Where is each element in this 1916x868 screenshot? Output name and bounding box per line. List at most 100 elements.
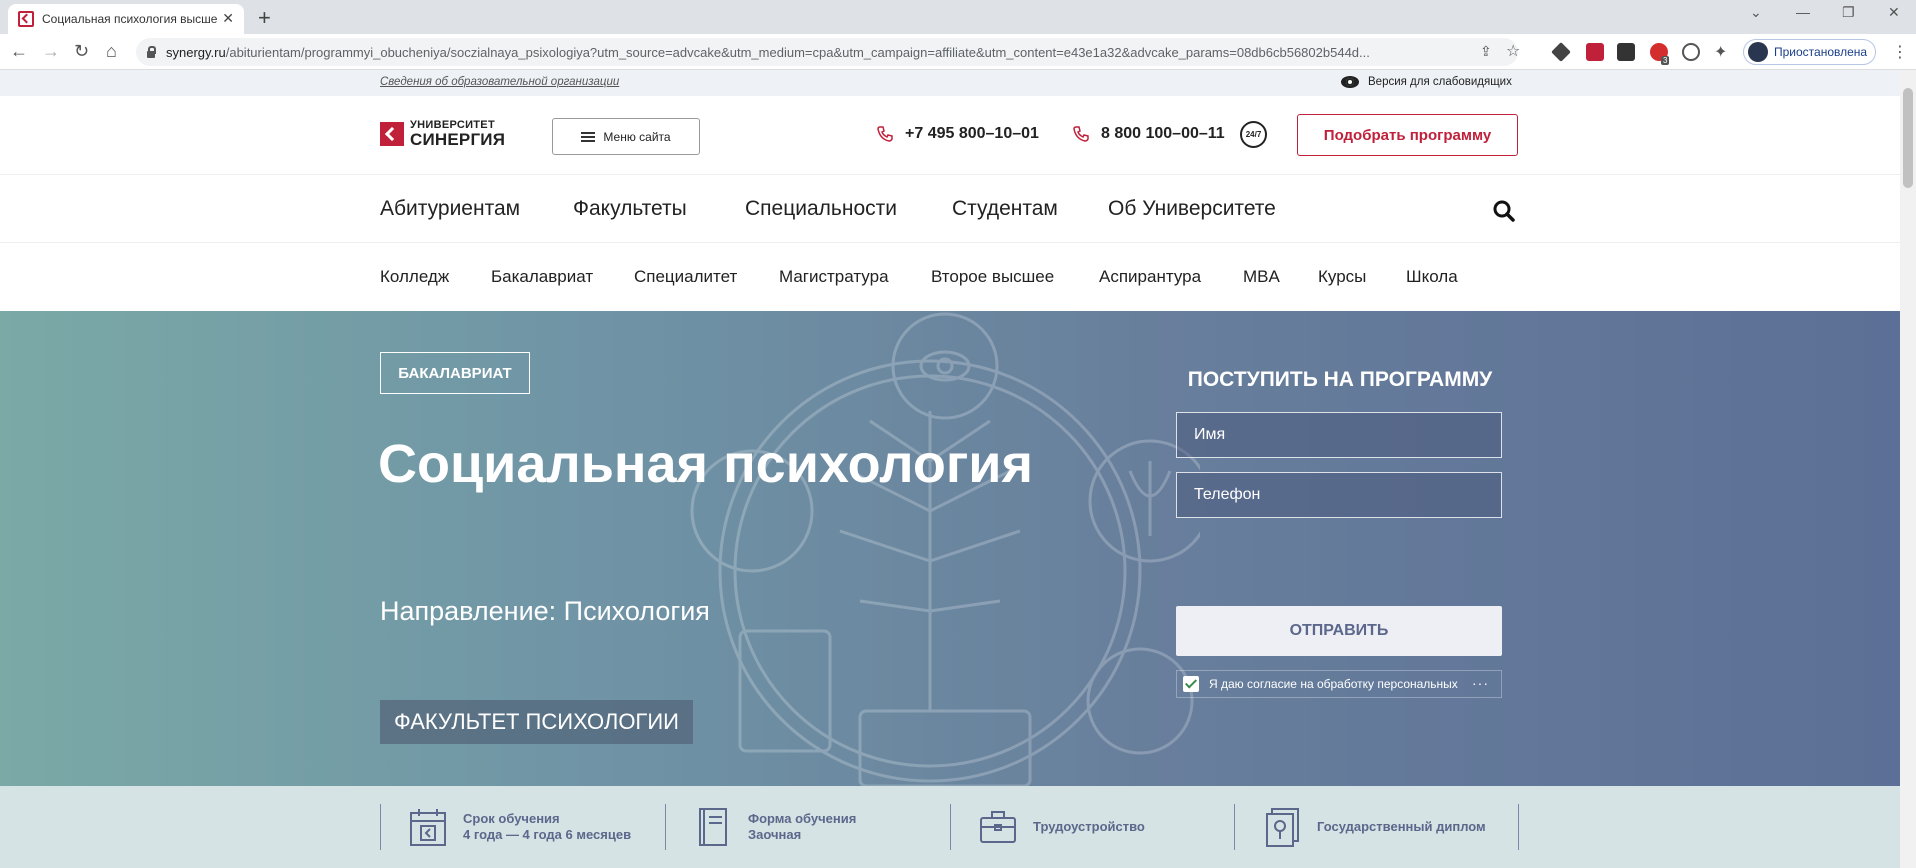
site-menu-label: Меню сайта	[603, 129, 671, 144]
org-info-link[interactable]: Сведения об образовательной организации	[380, 76, 619, 88]
scrollbar-thumb[interactable]	[1903, 88, 1913, 188]
new-tab-icon[interactable]: +	[258, 5, 271, 31]
hamburger-icon	[581, 131, 596, 142]
psychology-illustration-icon	[690, 312, 1200, 786]
choose-program-button[interactable]: Подобрать программу	[1297, 114, 1518, 156]
info-bar: Сведения об образовательной организации …	[0, 70, 1900, 96]
home-icon[interactable]: ⌂	[106, 41, 117, 62]
level-school[interactable]: Школа	[1406, 267, 1458, 287]
program-title: Социальная психология	[378, 434, 1034, 494]
level-specialist[interactable]: Специалитет	[634, 267, 737, 287]
web-page: Сведения об образовательной организации …	[0, 70, 1900, 868]
apply-form-title: ПОСТУПИТЬ НА ПРОГРАММУ	[1187, 368, 1493, 391]
feature-diploma: Государственный диплом	[1234, 804, 1486, 850]
pdf-extension-icon[interactable]	[1586, 43, 1604, 61]
forward-icon[interactable]: →	[42, 41, 60, 62]
feature-employment: Трудоустройство	[950, 804, 1145, 850]
phone-free: 8 800 100–00–11	[1101, 125, 1225, 142]
search-icon[interactable]	[1493, 200, 1515, 222]
phone-field[interactable]: Телефон	[1176, 472, 1502, 518]
feature-study-form: Форма обучения Заочная	[665, 804, 856, 850]
extension-icon[interactable]	[1617, 43, 1635, 61]
minimize-window-icon[interactable]: —	[1796, 4, 1810, 20]
bookmark-star-icon[interactable]: ☆	[1506, 41, 1520, 61]
phone-moscow: +7 495 800–10–01	[905, 125, 1039, 142]
program-direction: Направление: Психология	[380, 596, 710, 626]
feature-duration-value: 4 года — 4 года 6 месяцев	[463, 827, 632, 842]
briefcase-icon	[980, 811, 1016, 843]
nav-faculties[interactable]: Факультеты	[573, 197, 687, 221]
url-text[interactable]: synergy.ru/abiturientam/programmyi_obuch…	[166, 45, 1466, 60]
low-vision-label: Версия для слабовидящих	[1368, 76, 1512, 88]
restore-window-icon[interactable]: ❐	[1842, 4, 1855, 21]
level-bachelor[interactable]: Бакалавриат	[491, 267, 593, 287]
eyedropper-extension-icon[interactable]	[1551, 42, 1571, 62]
feature-duration: Срок обучения 4 года — 4 года 6 месяцев	[380, 804, 631, 850]
logo-mark-icon	[380, 122, 404, 146]
synergy-favicon-icon	[18, 11, 34, 27]
extension-badge: 3	[1661, 56, 1670, 65]
level-master[interactable]: Магистратура	[779, 267, 889, 287]
program-level-badge: БАКАЛАВРИАТ	[380, 352, 530, 394]
nav-about-university[interactable]: Об Университете	[1108, 197, 1276, 221]
main-nav: Абитуриентам Факультеты Специальности Ст…	[0, 175, 1900, 243]
book-icon	[699, 808, 727, 846]
browser-tab[interactable]: Социальная психология высше ✕	[8, 4, 244, 34]
level-courses[interactable]: Курсы	[1318, 267, 1366, 287]
eye-icon	[1341, 76, 1359, 88]
level-college[interactable]: Колледж	[380, 267, 449, 287]
feature-study-form-value: Заочная	[748, 827, 802, 842]
name-field[interactable]: Имя	[1176, 412, 1502, 458]
hero-banner: БАКАЛАВРИАТ Социальная психология Направ…	[0, 311, 1900, 786]
consent-text: Я даю согласие на обработку персональных	[1209, 677, 1458, 691]
browser-menu-icon[interactable]: ⋮	[1892, 42, 1908, 62]
page-scrollbar[interactable]	[1900, 70, 1916, 868]
site-header: УНИВЕРСИТЕТ СИНЕРГИЯ Меню сайта +7 495 8…	[0, 96, 1900, 175]
nav-applicants[interactable]: Абитуриентам	[380, 197, 520, 221]
close-window-icon[interactable]: ✕	[1888, 4, 1900, 21]
logo-line2: СИНЕРГИЯ	[410, 130, 506, 149]
consent-more-icon[interactable]: ···	[1472, 675, 1489, 691]
submit-button[interactable]: ОТПРАВИТЬ	[1176, 606, 1502, 656]
faculty-label[interactable]: ФАКУЛЬТЕТ ПСИХОЛОГИИ	[380, 700, 693, 744]
feature-duration-title: Срок обучения	[463, 811, 560, 826]
feature-divider	[1518, 804, 1519, 850]
phone-free-link[interactable]: 8 800 100–00–11	[1073, 125, 1225, 143]
profile-button[interactable]: Приостановлена	[1743, 39, 1876, 65]
share-icon[interactable]: ⇪	[1480, 43, 1492, 60]
address-bar[interactable]: synergy.ru/abiturientam/programmyi_obuch…	[136, 38, 1520, 66]
browser-tab-bar: Социальная психология высше ✕ + ⌄ — ❐ ✕	[0, 0, 1916, 34]
phone-icon	[1073, 126, 1089, 142]
nav-students[interactable]: Студентам	[952, 197, 1058, 221]
profile-label: Приостановлена	[1774, 45, 1868, 59]
tab-search-chevron-icon[interactable]: ⌄	[1750, 4, 1762, 21]
level-nav: Колледж Бакалавриат Специалитет Магистра…	[0, 243, 1900, 311]
level-mba[interactable]: MBA	[1243, 267, 1280, 287]
feature-study-form-title: Форма обучения	[748, 811, 857, 826]
extensions-puzzle-icon[interactable]: ✦	[1714, 42, 1727, 62]
nav-specialties[interactable]: Специальности	[745, 197, 897, 221]
lock-icon[interactable]	[146, 46, 156, 58]
close-tab-icon[interactable]: ✕	[222, 10, 234, 27]
level-postgraduate[interactable]: Аспирантура	[1099, 267, 1201, 287]
browser-toolbar: ← → ↻ ⌂ synergy.ru/abiturientam/programm…	[0, 34, 1916, 70]
synergy-logo[interactable]: УНИВЕРСИТЕТ СИНЕРГИЯ	[380, 120, 505, 148]
phone-moscow-link[interactable]: +7 495 800–10–01	[877, 125, 1039, 143]
tab-title: Социальная психология высше	[42, 12, 218, 26]
diploma-icon	[1266, 808, 1299, 847]
phone-icon	[877, 126, 893, 142]
feature-employment-title: Трудоустройство	[1033, 819, 1145, 834]
avatar	[1748, 42, 1768, 62]
vpn-extension-icon[interactable]	[1682, 43, 1700, 61]
feature-diploma-title: Государственный диплом	[1317, 819, 1486, 834]
site-menu-button[interactable]: Меню сайта	[552, 118, 700, 155]
program-features: Срок обучения 4 года — 4 года 6 месяцев …	[0, 786, 1900, 868]
consent-checkbox[interactable]	[1183, 676, 1199, 692]
clock-24-7-icon: 24/7	[1240, 121, 1267, 148]
reload-icon[interactable]: ↻	[74, 41, 89, 62]
level-second-degree[interactable]: Второе высшее	[931, 267, 1054, 287]
back-icon[interactable]: ←	[10, 41, 28, 62]
low-vision-link[interactable]: Версия для слабовидящих	[1341, 76, 1512, 88]
calendar-icon	[410, 809, 446, 846]
consent-row: Я даю согласие на обработку персональных…	[1176, 670, 1502, 698]
